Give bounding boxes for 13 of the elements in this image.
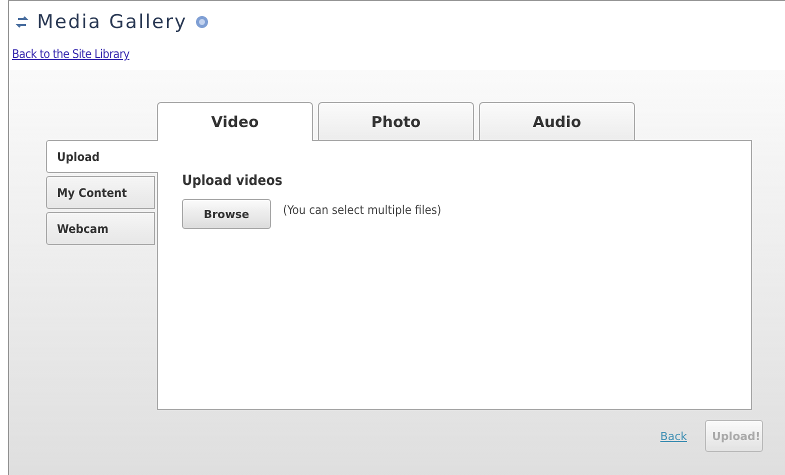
help-icon[interactable] <box>195 15 210 29</box>
back-link[interactable]: Back to the Site Library <box>9 35 130 61</box>
hint-text: (You can select multiple files) <box>283 203 442 217</box>
refresh-icon[interactable] <box>15 15 29 29</box>
media-tab[interactable]: Video <box>157 102 313 141</box>
browse-button[interactable]: Browse <box>182 199 271 229</box>
media-tab[interactable]: Audio <box>479 102 635 140</box>
side-tab[interactable]: Webcam <box>46 212 155 245</box>
side-tab[interactable]: Upload <box>46 140 158 173</box>
section-title: Upload videos <box>182 173 284 189</box>
page-title: Media Gallery <box>37 11 188 33</box>
side-tab[interactable]: My Content <box>46 176 155 209</box>
media-tab[interactable]: Photo <box>318 102 474 140</box>
